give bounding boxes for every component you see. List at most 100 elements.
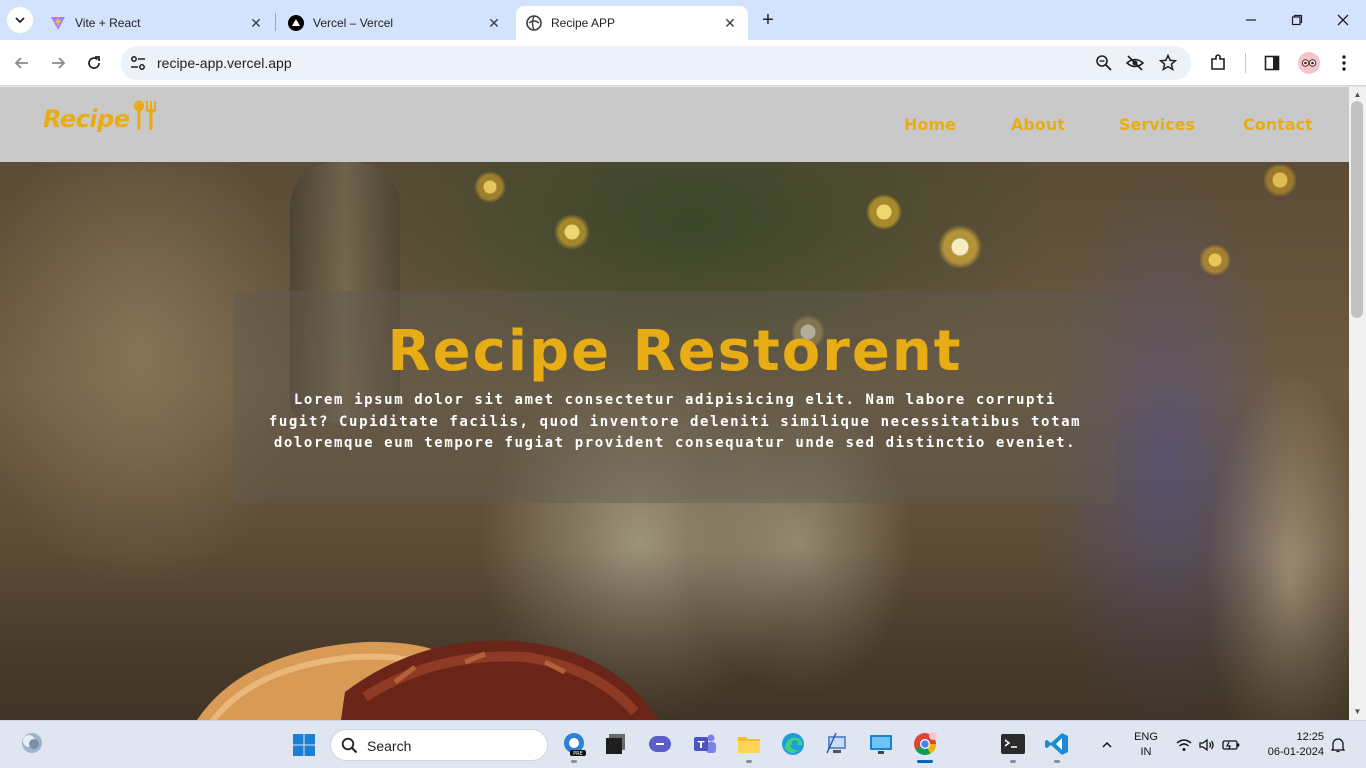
svg-text:PRE: PRE <box>573 751 583 757</box>
globe-icon <box>526 15 542 31</box>
extensions-button[interactable] <box>1208 53 1228 73</box>
running-indicator <box>1054 760 1060 763</box>
volume-status[interactable] <box>1198 736 1216 754</box>
input-language-indicator[interactable]: ENG IN <box>1130 730 1162 760</box>
restore-icon <box>1291 14 1303 26</box>
page-viewport: Recipe Home About Services Contact Recip… <box>0 87 1349 720</box>
reload-button[interactable] <box>83 52 105 74</box>
site-header: Recipe Home About Services Contact <box>0 87 1349 162</box>
task-view-icon[interactable] <box>603 731 629 757</box>
battery-status[interactable] <box>1222 736 1240 754</box>
tab-vite-react[interactable]: Vite + React ✕ <box>40 6 274 40</box>
browser-toolbar: recipe-app.vercel.app <box>0 40 1366 86</box>
toolbar-divider <box>1245 53 1246 73</box>
site-settings-icon[interactable] <box>129 54 147 72</box>
profile-avatar[interactable] <box>1298 52 1320 74</box>
region-code: IN <box>1140 746 1152 758</box>
tab-divider <box>275 13 276 31</box>
tab-search-button[interactable] <box>7 7 33 33</box>
svg-text:T: T <box>698 740 705 751</box>
reload-icon <box>88 56 100 69</box>
tab-label: Vercel – Vercel <box>313 16 394 30</box>
windows-start-icon[interactable] <box>292 733 316 757</box>
nav-services-link[interactable]: Services <box>1119 115 1195 134</box>
restore-button[interactable] <box>1287 10 1307 30</box>
zoom-icon[interactable] <box>1095 54 1113 72</box>
show-hidden-icons-button[interactable] <box>1098 736 1116 754</box>
tab-recipe-app[interactable]: Recipe APP ✕ <box>516 6 748 40</box>
forward-button[interactable] <box>47 52 69 74</box>
tab-label: Recipe APP <box>551 16 616 30</box>
close-icon <box>1337 14 1349 26</box>
battery-icon <box>1222 740 1240 750</box>
nav-contact-link[interactable]: Contact <box>1243 115 1313 134</box>
hero-description: Lorem ipsum dolor sit amet consectetur a… <box>268 392 1082 451</box>
edge-icon[interactable] <box>780 731 806 757</box>
spoon-fork-icon <box>134 100 157 130</box>
file-explorer-icon[interactable] <box>736 731 762 757</box>
page-scrollbar[interactable]: ▲ ▼ <box>1349 87 1366 720</box>
tab-vercel[interactable]: Vercel – Vercel ✕ <box>278 6 512 40</box>
chrome-icon[interactable] <box>912 731 938 757</box>
side-panel-button[interactable] <box>1262 53 1282 73</box>
nav-about-link[interactable]: About <box>1011 115 1065 134</box>
bookmark-star-icon[interactable] <box>1159 54 1177 72</box>
vscode-icon[interactable] <box>1044 731 1070 757</box>
chevron-down-icon <box>15 17 25 24</box>
running-indicator <box>746 760 752 763</box>
avatar-icon <box>1301 59 1317 67</box>
vite-icon <box>51 16 65 30</box>
system-clock[interactable]: 12:25 06-01-2024 <box>1252 730 1324 760</box>
browser-tab-strip: Vite + React ✕ Vercel – Vercel ✕ Recipe … <box>0 0 1366 40</box>
vercel-icon <box>288 15 304 31</box>
minimize-button[interactable] <box>1241 10 1261 30</box>
taskbar-search-box[interactable]: Search <box>330 729 548 761</box>
tab-close-icon[interactable]: ✕ <box>722 15 738 31</box>
speaker-icon <box>1199 738 1214 752</box>
scroll-up-arrow-icon[interactable]: ▲ <box>1353 90 1362 99</box>
arrow-right-icon <box>52 57 66 69</box>
close-window-button[interactable] <box>1333 10 1353 30</box>
bell-icon <box>1331 738 1345 753</box>
side-panel-icon <box>1264 55 1280 71</box>
hero-title: Recipe Restorent <box>387 319 963 384</box>
wifi-icon <box>1176 739 1192 751</box>
tab-close-icon[interactable]: ✕ <box>248 15 264 31</box>
clock-time: 12:25 <box>1296 731 1324 743</box>
tab-label: Vite + React <box>75 16 141 30</box>
scroll-down-arrow-icon[interactable]: ▼ <box>1353 707 1362 716</box>
scrollbar-thumb[interactable] <box>1351 101 1363 318</box>
meet-now-icon[interactable] <box>647 731 673 757</box>
nav-home-link[interactable]: Home <box>904 115 956 134</box>
wifi-status[interactable] <box>1175 736 1193 754</box>
address-bar[interactable]: recipe-app.vercel.app <box>121 46 1191 80</box>
windows-taskbar: Search PRE T ENG IN 12:25 06-01-2024 <box>0 720 1366 768</box>
new-tab-button[interactable]: + <box>758 10 778 30</box>
arrow-left-icon <box>14 57 28 69</box>
more-vertical-icon <box>1342 55 1346 71</box>
network-app-icon[interactable] <box>824 731 850 757</box>
taskbar-search-placeholder: Search <box>367 738 412 754</box>
chevron-up-icon <box>1102 741 1112 748</box>
url-text[interactable]: recipe-app.vercel.app <box>157 55 292 71</box>
puzzle-icon <box>1211 54 1225 70</box>
copilot-preview-icon[interactable]: PRE <box>561 731 587 757</box>
chrome-menu-button[interactable] <box>1334 53 1354 73</box>
clock-date: 06-01-2024 <box>1267 746 1324 758</box>
hero-section: Recipe Restorent Lorem ipsum dolor sit a… <box>0 162 1349 720</box>
burger-image <box>197 640 659 720</box>
eye-off-icon[interactable] <box>1126 54 1144 72</box>
minimize-icon <box>1246 19 1256 21</box>
site-logo[interactable]: Recipe <box>43 100 157 133</box>
active-app-indicator <box>917 760 933 763</box>
widgets-icon[interactable] <box>20 731 44 755</box>
tab-close-icon[interactable]: ✕ <box>486 15 502 31</box>
running-indicator <box>1010 760 1016 763</box>
search-icon <box>341 737 358 754</box>
notifications-button[interactable] <box>1329 736 1347 754</box>
terminal-icon[interactable] <box>1000 731 1026 757</box>
remote-desktop-icon[interactable] <box>868 731 894 757</box>
back-button[interactable] <box>11 52 33 74</box>
teams-icon[interactable]: T <box>692 731 718 757</box>
running-indicator <box>571 760 577 763</box>
